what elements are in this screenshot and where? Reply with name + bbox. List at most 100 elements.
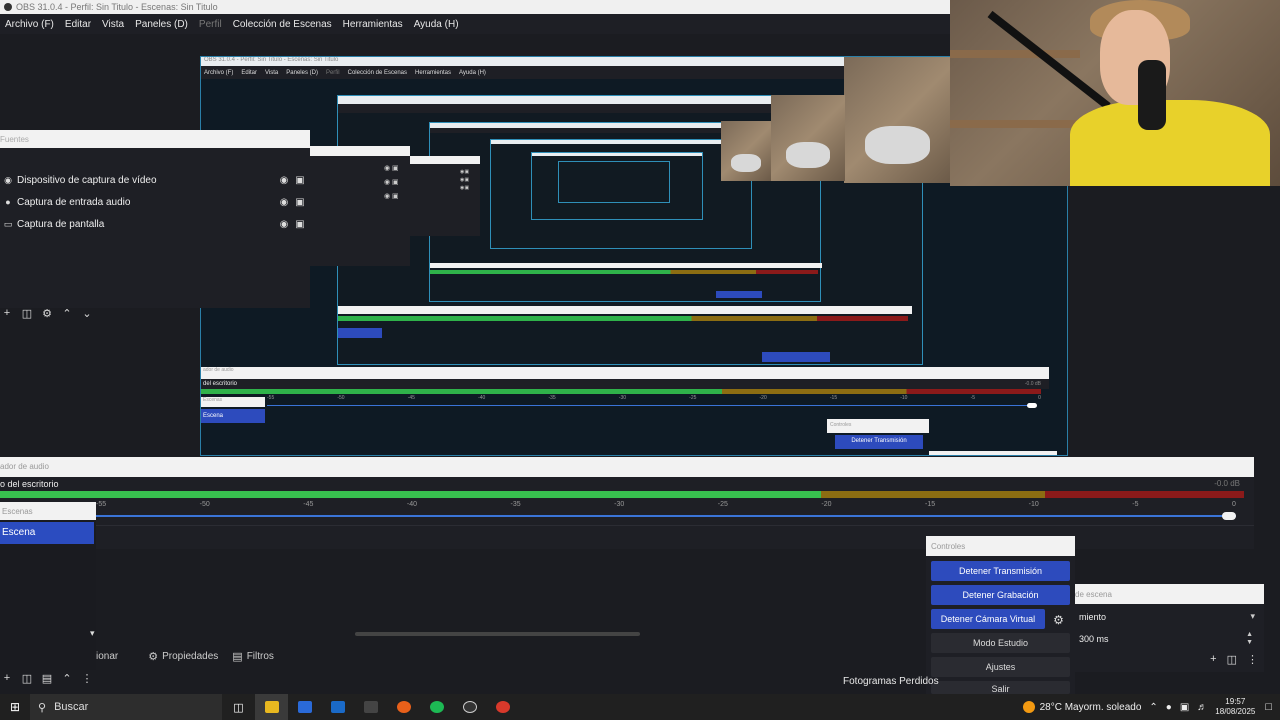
chevron-up-icon[interactable]: ⌃ bbox=[1149, 702, 1157, 713]
trash-icon[interactable]: ◫ bbox=[20, 307, 34, 320]
scenes-title: Escenas bbox=[2, 507, 33, 516]
camera-icon: ◉ bbox=[4, 174, 12, 185]
nested-tick: -50 bbox=[337, 395, 345, 401]
windows-start-icon[interactable]: ⊞ bbox=[0, 700, 30, 714]
menu-perfil[interactable]: Perfil bbox=[199, 19, 222, 30]
plus-icon[interactable]: + bbox=[0, 672, 14, 684]
obs-icon[interactable] bbox=[453, 694, 486, 720]
eye-icon[interactable]: ◉ bbox=[276, 219, 292, 230]
nested-tick: 0 bbox=[1038, 395, 1041, 401]
source-item[interactable]: ● Captura de entrada audio ◉ ▣ bbox=[0, 192, 308, 212]
filters-button[interactable]: ▤ Filtros bbox=[232, 650, 274, 663]
outlook-icon[interactable] bbox=[321, 694, 354, 720]
settings-button[interactable]: Ajustes bbox=[931, 657, 1070, 677]
chevron-up-icon[interactable]: ⌃ bbox=[60, 307, 74, 320]
nested-ticks: -55 -50 -45 -40 -35 -30 -25 -20 -15 -10 -5 0 bbox=[267, 395, 1041, 403]
nested-menu-3: Paneles (D) bbox=[286, 69, 318, 76]
nested-tick: -30 bbox=[618, 395, 627, 401]
horizontal-scrollbar[interactable] bbox=[355, 632, 640, 636]
status-dropped-frames: Fotogramas Perdidos bbox=[843, 676, 939, 687]
transition-selected: miento bbox=[1079, 612, 1107, 622]
properties-button[interactable]: ⚙ Propiedades bbox=[148, 650, 218, 663]
gear-icon[interactable]: ⚙ bbox=[40, 307, 54, 320]
nested-preview-6 bbox=[558, 161, 670, 203]
nested-5-title-bar bbox=[532, 153, 702, 156]
transition-duration-input[interactable]: 300 ms ▲ ▼ bbox=[1075, 631, 1261, 648]
source-label: Dispositivo de captura de vídeo bbox=[17, 174, 157, 186]
eye-icon[interactable]: ◉ bbox=[276, 175, 292, 186]
menu-vista[interactable]: Vista bbox=[102, 19, 124, 30]
spotify-icon[interactable] bbox=[420, 694, 453, 720]
menu-ayuda[interactable]: Ayuda (H) bbox=[414, 19, 459, 30]
source-item[interactable]: ▭ Captura de pantalla ◉ ▣ bbox=[0, 214, 308, 234]
lock-icon[interactable]: ▣ bbox=[292, 219, 308, 230]
chevron-up-icon[interactable]: ⌃ bbox=[60, 672, 74, 685]
sources-panel: Fuentes ◉ Dispositivo de captura de víde… bbox=[0, 130, 310, 320]
task-view-icon[interactable]: ◫ bbox=[222, 694, 255, 720]
scenes-panel: Escena ▾ bbox=[0, 520, 96, 670]
nested-stop-stream-button: Detener Transmisión bbox=[835, 435, 923, 449]
lock-icon[interactable]: ▣ bbox=[292, 175, 308, 186]
nested-2-stop-button bbox=[762, 352, 830, 362]
sources-list-area bbox=[96, 525, 1254, 549]
studio-mode-button[interactable]: Modo Estudio bbox=[931, 633, 1070, 653]
plus-icon[interactable]: + bbox=[0, 307, 14, 319]
chevron-down-icon[interactable]: ⌄ bbox=[80, 307, 94, 320]
weather-widget[interactable]: 28°C Mayorm. soleado bbox=[1022, 701, 1141, 713]
source-label: Captura de pantalla bbox=[17, 218, 105, 230]
store-icon[interactable] bbox=[288, 694, 321, 720]
firefox-icon[interactable] bbox=[387, 694, 420, 720]
nested-tick: -20 bbox=[759, 395, 767, 401]
virtual-camera-settings-button[interactable]: ⚙ bbox=[1047, 610, 1070, 630]
microphone-icon[interactable]: ● bbox=[1166, 702, 1172, 713]
controls-panel: Detener Transmisión Detener Grabación De… bbox=[926, 556, 1075, 694]
scene-label: Escena bbox=[2, 527, 36, 538]
trash-icon[interactable]: ◫ bbox=[20, 672, 34, 685]
eye-icon[interactable]: ◉ bbox=[276, 197, 292, 208]
taskbar-search[interactable]: ⚲ Buscar bbox=[30, 694, 222, 720]
mixer-db-value: -0.0 dB bbox=[1214, 479, 1240, 488]
source-item[interactable]: ◉ Dispositivo de captura de vídeo ◉ ▣ bbox=[0, 170, 308, 190]
audio-mixer-header: ador de audio bbox=[0, 457, 1254, 477]
exit-button[interactable]: Salir bbox=[931, 681, 1070, 694]
lock-icon[interactable]: ▣ bbox=[292, 197, 308, 208]
nested-webcam-1 bbox=[844, 57, 951, 183]
menu-herramientas[interactable]: Herramientas bbox=[343, 19, 403, 30]
app-icon[interactable] bbox=[354, 694, 387, 720]
stop-stream-button[interactable]: Detener Transmisión bbox=[931, 561, 1070, 581]
tick-label: -35 bbox=[510, 501, 521, 508]
stop-virtual-camera-button[interactable]: Detener Cámara Virtual bbox=[931, 609, 1045, 629]
nested-webcam-2 bbox=[771, 95, 845, 181]
exit-label: Salir bbox=[991, 684, 1010, 694]
menu-coleccion-escenas[interactable]: Colección de Escenas bbox=[233, 19, 332, 30]
microphone-icon: ● bbox=[5, 197, 11, 207]
nested-menu-5: Colección de Escenas bbox=[347, 69, 407, 76]
taskbar-clock[interactable]: 19:57 18/08/2025 bbox=[1215, 697, 1255, 717]
filter-icon[interactable]: ▤ bbox=[40, 672, 54, 685]
more-icon[interactable]: ⋮ bbox=[1247, 653, 1258, 666]
notification-icon[interactable]: □ bbox=[1265, 701, 1272, 713]
menu-archivo[interactable]: Archivo (F) bbox=[5, 19, 54, 30]
filters-label: Filtros bbox=[246, 650, 274, 662]
menu-paneles[interactable]: Paneles (D) bbox=[135, 19, 188, 30]
nested-menu-0: Archivo (F) bbox=[204, 69, 234, 76]
nested-preview-5 bbox=[531, 152, 703, 220]
file-explorer-icon[interactable] bbox=[255, 694, 288, 720]
trash-icon[interactable]: ◫ bbox=[1227, 653, 1237, 666]
transition-select[interactable]: miento ▾ bbox=[1075, 610, 1261, 626]
network-icon[interactable]: ▣ bbox=[1180, 702, 1189, 713]
chevron-down-icon[interactable]: ▾ bbox=[90, 628, 95, 639]
nested-controls-head: Controles bbox=[827, 419, 929, 433]
chrome-icon[interactable] bbox=[486, 694, 519, 720]
stop-record-button[interactable]: Detener Grabación bbox=[931, 585, 1070, 605]
partial-label: ionar bbox=[96, 650, 119, 662]
volume-icon[interactable]: ♬ bbox=[1197, 702, 1207, 713]
more-icon[interactable]: ⋮ bbox=[80, 672, 94, 685]
scene-item[interactable]: Escena bbox=[0, 522, 94, 544]
volume-slider[interactable] bbox=[96, 515, 1236, 517]
nested-tick: -40 bbox=[478, 395, 486, 401]
plus-icon[interactable]: + bbox=[1210, 653, 1216, 666]
volume-slider-handle[interactable] bbox=[1222, 512, 1236, 520]
spinner-icon[interactable]: ▲ ▼ bbox=[1246, 631, 1253, 647]
menu-editar[interactable]: Editar bbox=[65, 19, 91, 30]
